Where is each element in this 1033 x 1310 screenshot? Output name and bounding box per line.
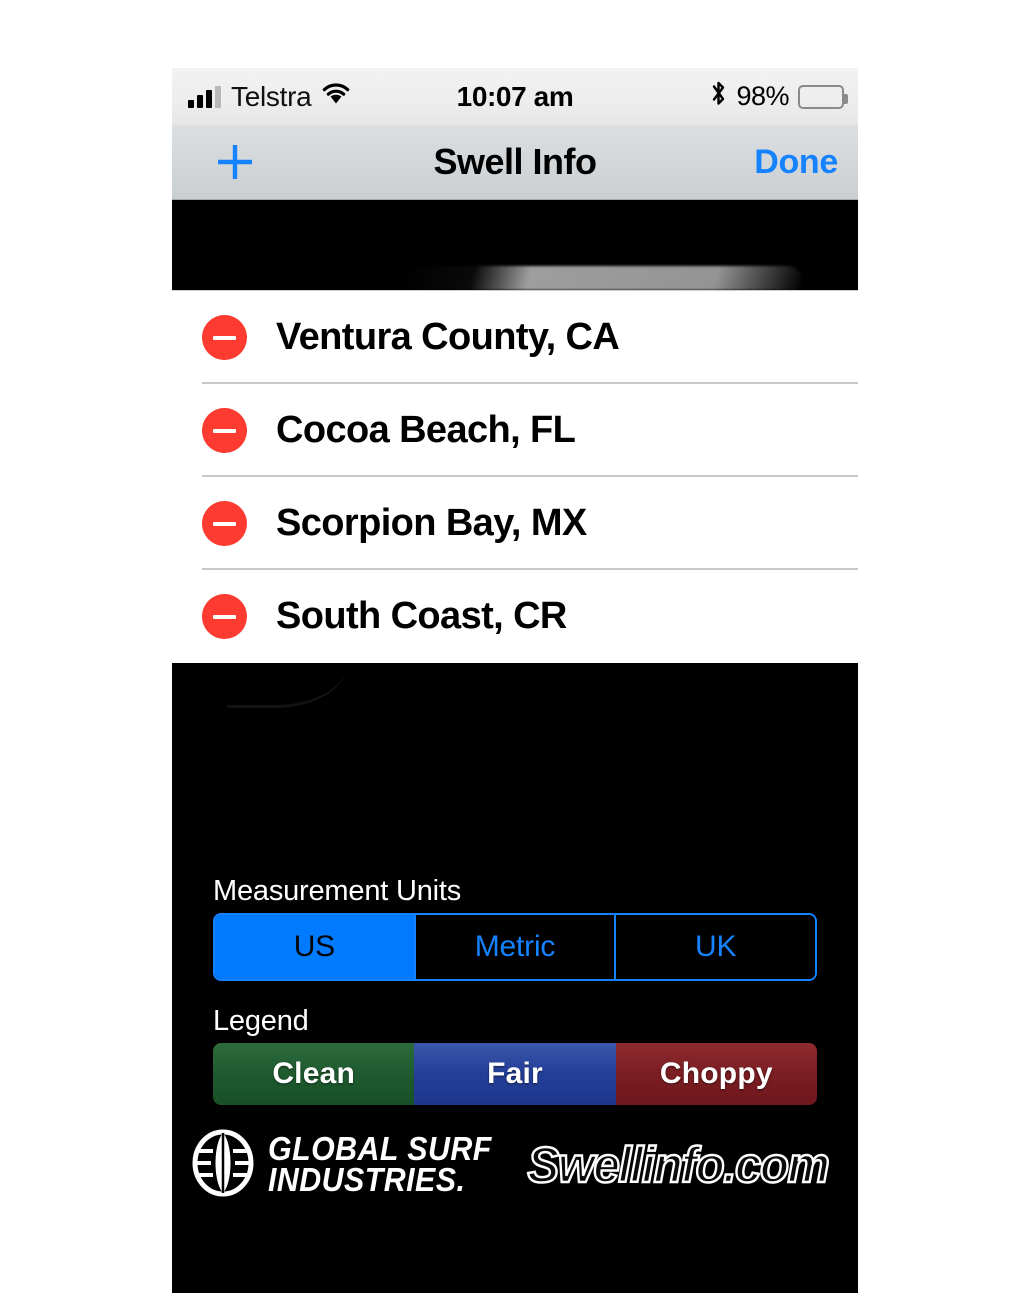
legend-bar: Clean Fair Choppy xyxy=(213,1043,817,1105)
list-item[interactable]: South Coast, CR xyxy=(172,570,858,663)
unit-option-us[interactable]: US xyxy=(215,915,416,979)
list-item-label: South Coast, CR xyxy=(276,595,567,638)
delete-location-icon[interactable] xyxy=(202,315,247,360)
list-item[interactable]: Ventura County, CA xyxy=(172,291,858,384)
panel-highlight-secondary xyxy=(227,663,347,708)
phone-screen: Telstra 10:07 am 98% xyxy=(172,68,858,1293)
delete-location-icon[interactable] xyxy=(202,594,247,639)
footer-logos: GLOBAL SURF INDUSTRIES. Swellinfo.com xyxy=(172,1117,858,1213)
legend-item-clean: Clean xyxy=(213,1043,414,1105)
measurement-units-label: Measurement Units xyxy=(213,875,817,908)
legend-item-choppy: Choppy xyxy=(616,1043,817,1105)
status-bar: Telstra 10:07 am 98% xyxy=(172,68,858,125)
swellinfo-brand-logo: Swellinfo.com xyxy=(528,1136,842,1194)
global-surf-industries-logo: GLOBAL SURF INDUSTRIES. xyxy=(192,1128,511,1203)
measurement-units-segmented-control[interactable]: US Metric UK xyxy=(213,913,817,981)
globe-surfboard-icon xyxy=(192,1128,254,1203)
settings-content: Measurement Units US Metric UK Legend Cl… xyxy=(172,875,858,1105)
navigation-bar: Swell Info Done xyxy=(172,125,858,200)
battery-percent-label: 98% xyxy=(736,81,789,112)
banner-highlight xyxy=(402,266,802,290)
delete-location-icon[interactable] xyxy=(202,501,247,546)
bluetooth-icon xyxy=(710,80,727,114)
done-button[interactable]: Done xyxy=(754,143,838,182)
list-item-label: Scorpion Bay, MX xyxy=(276,502,587,545)
legend-item-fair: Fair xyxy=(414,1043,615,1105)
list-item[interactable]: Scorpion Bay, MX xyxy=(172,477,858,570)
location-list: Ventura County, CA Cocoa Beach, FL Scorp… xyxy=(172,291,858,663)
sponsor-line-2: INDUSTRIES. xyxy=(268,1165,492,1196)
battery-icon xyxy=(798,85,844,109)
unit-option-metric[interactable]: Metric xyxy=(416,915,617,979)
list-item-label: Ventura County, CA xyxy=(276,316,619,359)
status-bar-right: 98% xyxy=(710,80,844,114)
top-banner xyxy=(172,200,858,291)
settings-panel: Measurement Units US Metric UK Legend Cl… xyxy=(172,663,858,1213)
list-item[interactable]: Cocoa Beach, FL xyxy=(172,384,858,477)
list-item-label: Cocoa Beach, FL xyxy=(276,409,575,452)
unit-option-uk[interactable]: UK xyxy=(616,915,815,979)
global-surf-industries-wordmark: GLOBAL SURF INDUSTRIES. xyxy=(268,1134,511,1195)
legend-label: Legend xyxy=(213,1005,817,1038)
delete-location-icon[interactable] xyxy=(202,408,247,453)
